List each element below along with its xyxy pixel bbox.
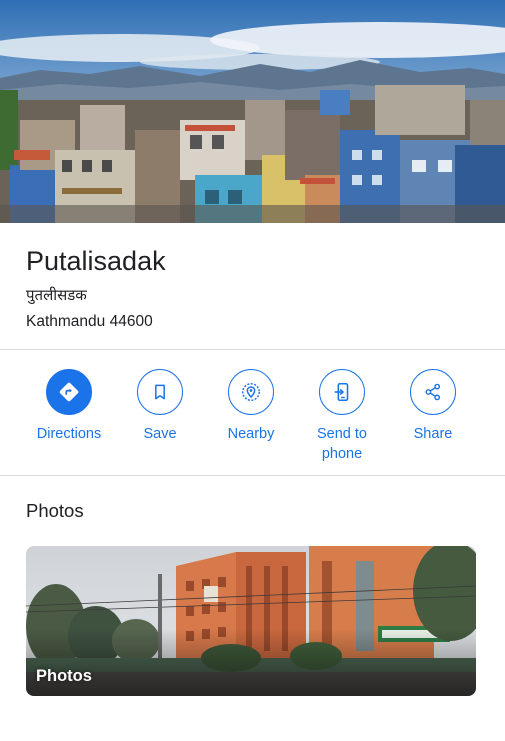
share-button[interactable]: Share [388, 369, 478, 444]
putalisadak-street-photo [26, 546, 476, 696]
divider [0, 349, 505, 350]
photos-section-heading: Photos [26, 500, 84, 521]
photos-card-caption: Photos [36, 667, 92, 685]
send-to-phone-button[interactable]: Send to phone [297, 369, 387, 464]
share-icon [410, 369, 456, 415]
save-label: Save [143, 426, 177, 442]
divider [0, 475, 505, 476]
place-title: Putalisadak [26, 246, 166, 276]
send-to-phone-icon [319, 369, 365, 415]
place-address: Kathmandu 44600 [26, 313, 153, 330]
directions-button[interactable]: Directions [24, 369, 114, 444]
nearby-label: Nearby [227, 426, 275, 442]
place-header: Putalisadak पुतलीसडक Kathmandu 44600 [26, 244, 486, 332]
bookmark-icon [137, 369, 183, 415]
directions-icon [46, 369, 92, 415]
send-to-phone-label: Send to phone [317, 426, 367, 462]
place-native-name: पुतलीसडक [26, 286, 87, 304]
directions-label: Directions [36, 426, 102, 442]
save-button[interactable]: Save [115, 369, 205, 444]
nearby-icon [228, 369, 274, 415]
hero-photo[interactable] [0, 0, 505, 223]
photos-card[interactable]: Photos [26, 546, 476, 696]
nearby-button[interactable]: Nearby [206, 369, 296, 444]
share-label: Share [413, 426, 453, 442]
action-bar: Directions Save Nearby Send to phone Sha… [0, 369, 505, 469]
kathmandu-cityscape-image [0, 0, 505, 223]
